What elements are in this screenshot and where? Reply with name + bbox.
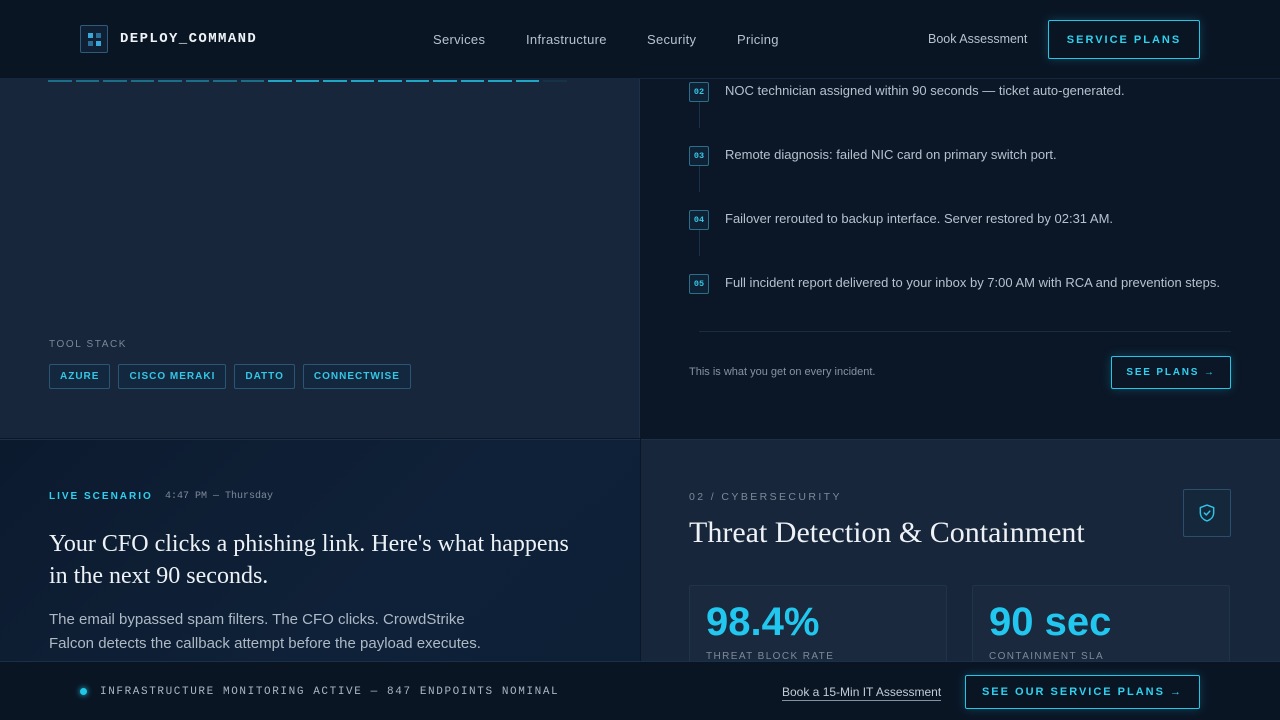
scenario-title: Your CFO clicks a phishing link. Here's … [49,531,569,589]
progress-segment [323,80,347,82]
step-text: Full incident report delivered to your i… [725,275,1220,290]
timeline-step: 03 Remote diagnosis: failed NIC card on … [689,146,1057,166]
tool-stack-panel: TOOL STACK AZURE CISCO MERAKI DATTO CONN… [0,79,640,438]
progress-segment [130,80,154,82]
logo-text[interactable]: DEPLOY_COMMAND [120,31,257,47]
cybersecurity-panel: 02 / CYBERSECURITY Threat Detection & Co… [641,439,1280,661]
book-15-min-link[interactable]: Book a 15-Min IT Assessment [782,685,942,701]
tag-connectwise: CONNECTWISE [302,364,411,389]
progress-segment [405,80,429,82]
logo-icon[interactable] [80,25,108,53]
site-header: DEPLOY_COMMAND Services Infrastructure S… [0,0,1280,79]
progress-segment [515,80,539,82]
tag-datto: DATTO [234,364,295,389]
nav-services[interactable]: Services [433,32,485,47]
progress-segment [240,80,264,82]
timeline-step: 04 Failover rerouted to backup interface… [689,210,1113,230]
step-number: 05 [689,274,709,294]
progress-segment [75,80,99,82]
see-service-plans-button[interactable]: SEE OUR SERVICE PLANS → [965,675,1200,709]
progress-segment [378,80,402,82]
scenario-time: 4:47 PM — Thursday [165,491,274,502]
service-plans-button[interactable]: SERVICE PLANS [1048,20,1200,59]
step-number: 03 [689,146,709,166]
step-number: 02 [689,82,709,102]
progress-segment [213,80,237,82]
step-text: Failover rerouted to backup interface. S… [725,211,1114,226]
timeline-step: 02 NOC technician assigned within 90 sec… [689,82,1125,102]
nav-pricing[interactable]: Pricing [737,32,779,47]
stat-value: 98.4% [706,600,820,644]
shield-check-icon [1183,489,1231,537]
progress-segment [488,80,512,82]
nav-security[interactable]: Security [647,32,696,47]
step-text: Remote diagnosis: failed NIC card on pri… [725,147,1057,162]
timeline-connector [699,102,700,128]
stat-label: CONTAINMENT SLA [989,651,1105,661]
progress-segment [103,80,127,82]
book-assessment-link[interactable]: Book Assessment [928,32,1027,46]
progress-segment [268,80,292,82]
step-number: 04 [689,210,709,230]
progress-segment [350,80,374,82]
timeline-connector [699,166,700,192]
divider [699,331,1231,332]
scenario-body: The email bypassed spam filters. The CFO… [49,611,481,652]
stat-card: 90 sec CONTAINMENT SLA [972,585,1230,661]
section-kicker: 02 / CYBERSECURITY [689,491,842,503]
timeline-step: 05 Full incident report delivered to you… [689,274,1220,294]
live-scenario-panel: LIVE SCENARIO 4:47 PM — Thursday Your CF… [0,439,640,661]
status-dot-icon [80,688,87,695]
step-text: NOC technician assigned within 90 second… [725,83,1125,98]
incident-note: This is what you get on every incident. [689,366,876,378]
incident-timeline-panel: 02 NOC technician assigned within 90 sec… [641,79,1280,438]
progress-segment [433,80,457,82]
section-title: Threat Detection & Containment [689,516,1085,549]
see-plans-button[interactable]: SEE PLANS → [1111,356,1231,389]
tag-azure: AZURE [49,364,111,389]
progress-segment [543,80,567,82]
tag-cisco-meraki: CISCO MERAKI [118,364,227,389]
stat-value: 90 sec [989,600,1112,644]
progress-segments [48,80,567,82]
live-scenario-label: LIVE SCENARIO [49,491,153,502]
tool-tags: AZURE CISCO MERAKI DATTO CONNECTWISE [49,364,411,389]
progress-segment [185,80,209,82]
timeline-connector [699,230,700,256]
nav-infrastructure[interactable]: Infrastructure [526,32,607,47]
stat-card: 98.4% THREAT BLOCK RATE [689,585,947,661]
progress-segment [295,80,319,82]
tool-stack-label: TOOL STACK [49,339,128,350]
progress-segment [158,80,182,82]
monitoring-status: INFRASTRUCTURE MONITORING ACTIVE — 847 E… [100,686,560,698]
status-bar: INFRASTRUCTURE MONITORING ACTIVE — 847 E… [0,661,1280,720]
progress-segment [460,80,484,82]
stat-label: THREAT BLOCK RATE [706,651,835,661]
progress-segment [48,80,72,82]
